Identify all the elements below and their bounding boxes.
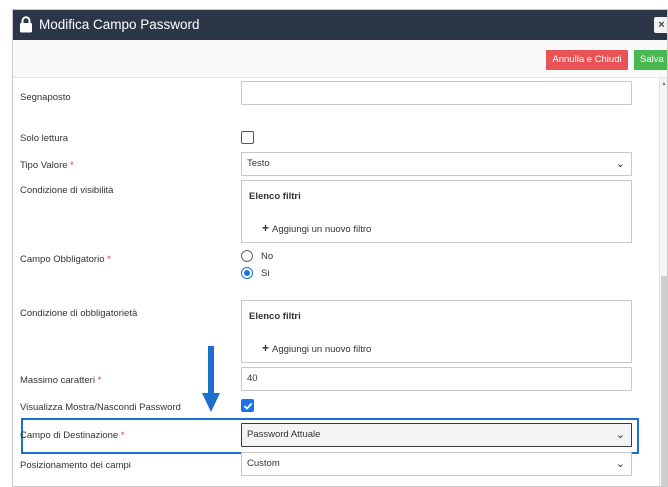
dialog-title: Modifica Campo Password bbox=[39, 17, 200, 32]
mandatory-no-label: No bbox=[261, 251, 274, 262]
value-type-select[interactable]: Testo ⌄ bbox=[241, 152, 632, 176]
visibility-filter-title: Elenco filtri bbox=[249, 191, 301, 202]
cancel-and-close-button[interactable]: Annulla e Chiudi bbox=[546, 50, 628, 70]
dialog-titlebar: Modifica Campo Password × bbox=[13, 10, 667, 40]
visibility-condition-label: Condizione di visibilità bbox=[20, 185, 114, 196]
positioning-label: Posizionamento dei campi bbox=[20, 460, 131, 471]
mandatory-filter-title: Elenco filtri bbox=[249, 311, 301, 322]
destination-selected: Password Attuale bbox=[247, 429, 321, 440]
scrollbar-thumb[interactable] bbox=[661, 276, 667, 486]
mandatory-yes-radio[interactable] bbox=[241, 267, 253, 279]
value-type-selected: Testo bbox=[247, 158, 270, 169]
destination-field-select[interactable]: Password Attuale ⌄ bbox=[241, 423, 632, 447]
show-hide-password-label: Visualizza Mostra/Nascondi Password bbox=[20, 402, 181, 413]
check-icon bbox=[243, 402, 253, 410]
mandatory-yes-label: Si bbox=[261, 268, 270, 279]
plus-icon: + bbox=[262, 341, 270, 355]
chevron-down-icon: ⌄ bbox=[615, 429, 625, 441]
value-type-label: Tipo Valore * bbox=[20, 160, 74, 171]
mandatory-no-radio[interactable] bbox=[241, 250, 253, 262]
positioning-select[interactable]: Custom ⌄ bbox=[241, 452, 632, 476]
down-arrow-annotation bbox=[202, 346, 220, 412]
mandatory-condition-label: Condizione di obbligatorietà bbox=[20, 308, 138, 319]
lock-icon bbox=[20, 16, 32, 33]
close-button[interactable]: × bbox=[654, 17, 667, 33]
vertical-scrollbar[interactable]: ▲ bbox=[659, 78, 667, 486]
show-hide-password-checkbox[interactable] bbox=[241, 399, 254, 412]
mandatory-add-filter-link[interactable]: + Aggiungi un nuovo filtro bbox=[262, 341, 371, 355]
save-button[interactable]: Salva bbox=[634, 50, 667, 70]
chevron-down-icon: ⌄ bbox=[615, 158, 625, 170]
action-bar: Annulla e Chiudi Salva bbox=[13, 40, 667, 78]
placeholder-label: Segnaposto bbox=[20, 92, 71, 103]
positioning-selected: Custom bbox=[247, 458, 280, 469]
max-chars-label: Massimo caratteri * bbox=[20, 375, 102, 386]
placeholder-input[interactable] bbox=[241, 81, 632, 105]
plus-icon: + bbox=[262, 221, 270, 235]
scroll-up-icon[interactable]: ▲ bbox=[661, 81, 667, 87]
destination-field-label: Campo di Destinazione * bbox=[20, 430, 125, 441]
visibility-add-filter-link[interactable]: + Aggiungi un nuovo filtro bbox=[262, 221, 371, 235]
max-chars-input[interactable]: 40 bbox=[241, 367, 632, 391]
mandatory-label: Campo Obbligatorio * bbox=[20, 254, 111, 265]
mandatory-filter-box: Elenco filtri + Aggiungi un nuovo filtro bbox=[241, 300, 632, 363]
chevron-down-icon: ⌄ bbox=[615, 458, 625, 470]
visibility-filter-box: Elenco filtri + Aggiungi un nuovo filtro bbox=[241, 180, 632, 243]
readonly-label: Solo lettura bbox=[20, 133, 69, 144]
edit-password-field-dialog: Modifica Campo Password × Annulla e Chiu… bbox=[12, 9, 668, 487]
readonly-checkbox[interactable] bbox=[241, 131, 254, 144]
